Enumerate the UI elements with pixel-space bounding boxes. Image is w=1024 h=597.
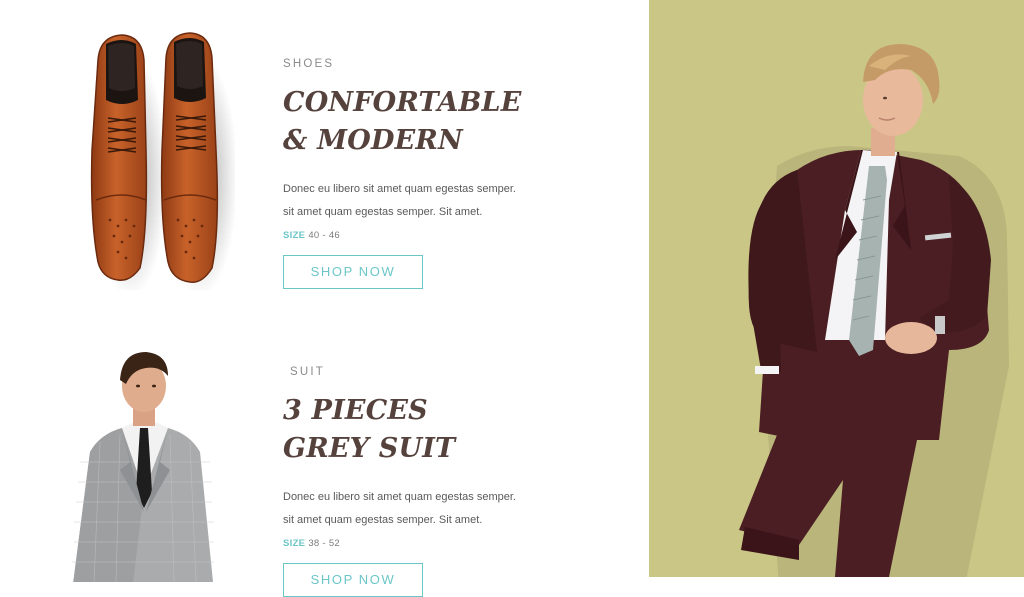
product-description-line2: sit amet quam egestas semper. Sit amet. bbox=[283, 514, 483, 526]
product-card-suit: SUIT 3 PIECES GREY SUIT Donec eu libero … bbox=[0, 330, 649, 597]
shop-now-button[interactable]: SHOP NOW bbox=[283, 255, 423, 289]
shop-now-button[interactable]: SHOP NOW bbox=[283, 563, 423, 597]
product-title-line1: CONFORTABLE bbox=[283, 87, 522, 118]
product-title-line2: GREY SUIT bbox=[283, 433, 456, 464]
size-value: 40 - 46 bbox=[308, 230, 341, 241]
product-category: SUIT bbox=[290, 366, 325, 378]
product-title: 3 PIECES GREY SUIT bbox=[283, 392, 516, 468]
product-title: CONFORTABLE & MODERN bbox=[283, 84, 522, 160]
product-size: SIZE 40 - 46 bbox=[283, 230, 522, 241]
product-description-line1: Donec eu libero sit amet quam egestas se… bbox=[283, 183, 516, 195]
product-size: SIZE 38 - 52 bbox=[283, 538, 516, 549]
product-description: Donec eu libero sit amet quam egestas se… bbox=[283, 486, 516, 532]
product-title-line1: 3 PIECES bbox=[283, 395, 428, 426]
product-list: SHOES CONFORTABLE & MODERN Donec eu libe… bbox=[0, 0, 649, 597]
product-category: SHOES bbox=[283, 58, 335, 70]
product-title-line2: & MODERN bbox=[283, 125, 463, 156]
size-value: 38 - 52 bbox=[308, 538, 341, 549]
hero-panel bbox=[649, 0, 1024, 577]
product-card-shoes: SHOES CONFORTABLE & MODERN Donec eu libe… bbox=[0, 0, 649, 320]
product-info: SHOES CONFORTABLE & MODERN Donec eu libe… bbox=[283, 58, 522, 289]
burgundy-suit-model-image[interactable] bbox=[649, 0, 1024, 577]
product-description-line2: sit amet quam egestas semper. Sit amet. bbox=[283, 206, 483, 218]
product-description-line1: Donec eu libero sit amet quam egestas se… bbox=[283, 491, 516, 503]
size-label: SIZE bbox=[283, 538, 306, 549]
grey-suit-model-image[interactable] bbox=[60, 342, 230, 592]
product-info: SUIT 3 PIECES GREY SUIT Donec eu libero … bbox=[283, 366, 516, 597]
product-description: Donec eu libero sit amet quam egestas se… bbox=[283, 178, 522, 224]
shoes-image[interactable] bbox=[60, 30, 238, 298]
size-label: SIZE bbox=[283, 230, 306, 241]
